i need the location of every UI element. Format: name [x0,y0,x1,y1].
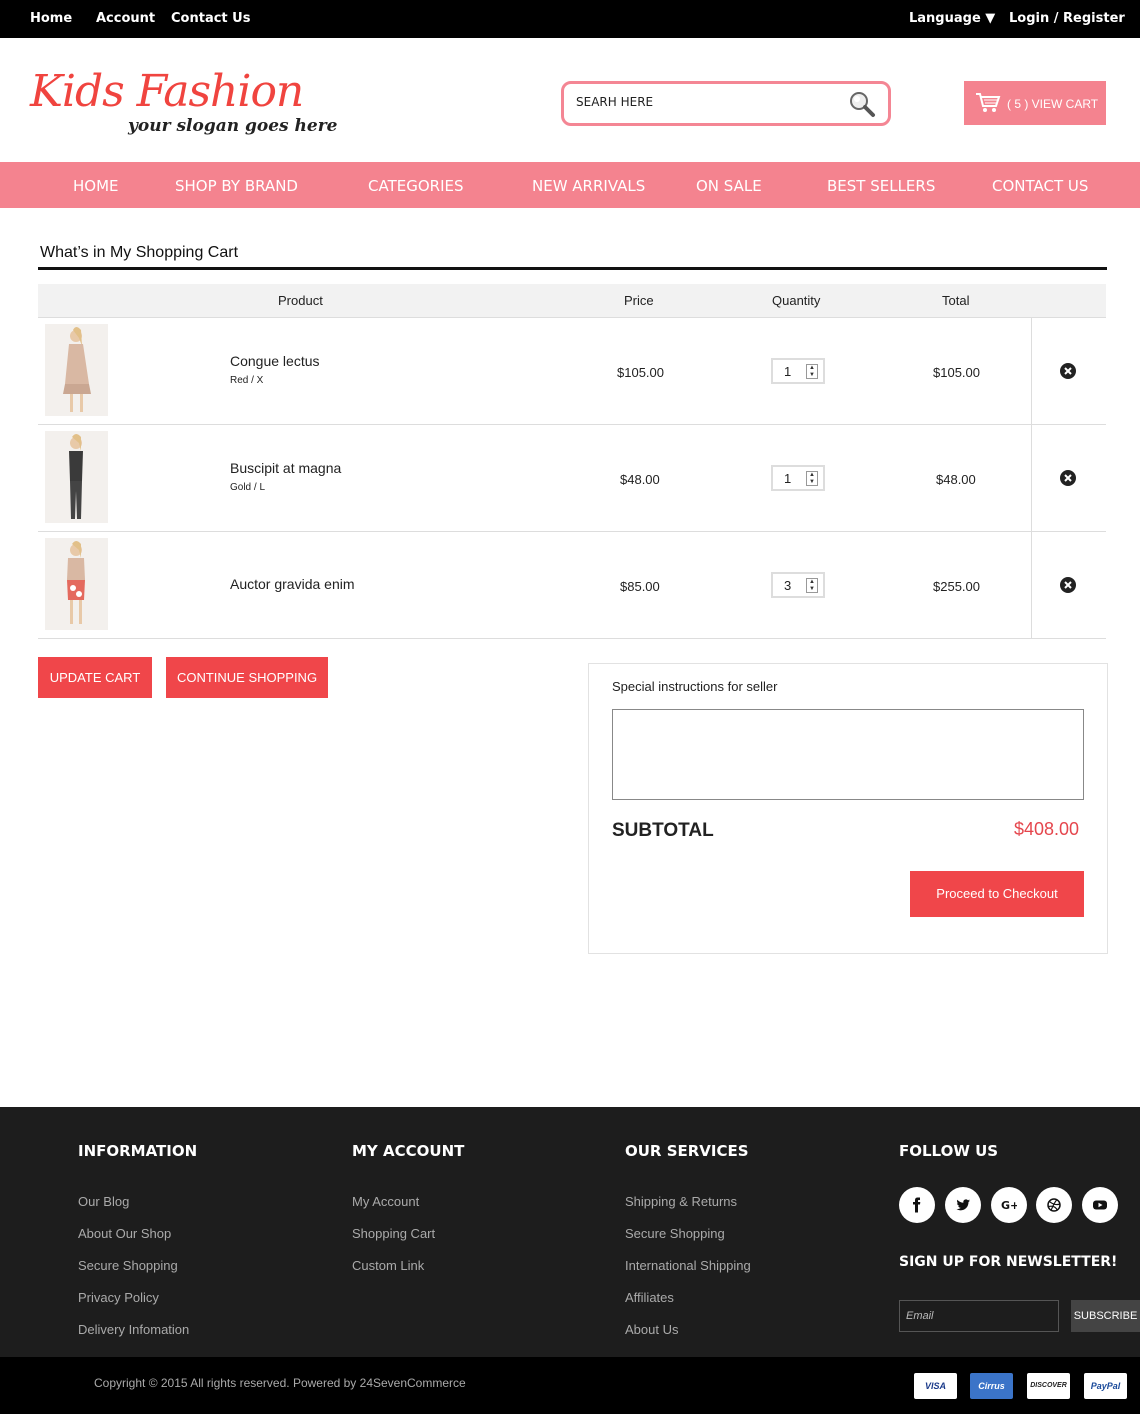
view-cart-label: ( 5 ) VIEW CART [1007,97,1099,111]
remove-item-icon[interactable] [1060,470,1076,486]
line-total: $105.00 [933,365,980,380]
footer-link[interactable]: My Account [352,1194,419,1209]
search-input[interactable] [576,95,836,109]
search-icon[interactable] [848,90,876,118]
line-total: $48.00 [936,472,976,487]
footer-link[interactable]: Our Blog [78,1194,129,1209]
quantity-value[interactable]: 1 [784,364,791,379]
spinner-arrows-icon[interactable]: ▲ ▼ [806,578,818,593]
logo-title[interactable]: Kids Fashion [30,64,304,120]
footer-link[interactable]: About Us [625,1322,678,1337]
nav-new-arrivals[interactable]: NEW ARRIVALS [532,177,645,195]
col-total: Total [942,293,970,308]
instructions-textarea[interactable] [612,709,1084,800]
main-nav: HOME SHOP BY BRAND CATEGORIES NEW ARRIVA… [0,162,1140,208]
top-bar: Home Account Contact Us Language ▼ Login… [0,0,1140,38]
spinner-arrows-icon[interactable]: ▲ ▼ [806,471,818,486]
youtube-icon[interactable] [1082,1187,1118,1223]
product-image[interactable] [45,538,108,630]
quantity-stepper[interactable]: 1 ▲ ▼ [771,465,825,491]
nav-home[interactable]: HOME [73,177,119,195]
dribbble-icon[interactable] [1036,1187,1072,1223]
newsletter-title: SIGN UP FOR NEWSLETTER! [899,1254,1118,1270]
cart-row: Buscipit at magna Gold / L $48.00 1 ▲ ▼ $… [38,425,1106,532]
footer-link[interactable]: Secure Shopping [625,1226,725,1241]
subtotal-label: SUBTOTAL [612,820,714,841]
product-variant: Red / X [230,375,264,386]
footer-heading-my-account: MY ACCOUNT [352,1142,465,1160]
footer-heading-follow-us: FOLLOW US [899,1142,999,1160]
product-price: $48.00 [620,472,660,487]
quantity-value[interactable]: 1 [784,471,791,486]
footer-link[interactable]: Shopping Cart [352,1226,435,1241]
cart-row: Auctor gravida enim $85.00 3 ▲ ▼ $255.00 [38,532,1106,639]
line-total: $255.00 [933,579,980,594]
language-dropdown[interactable]: Language ▼ [909,11,995,26]
footer-link[interactable]: About Our Shop [78,1226,171,1241]
column-divider [1031,532,1032,638]
product-name[interactable]: Buscipit at magna [230,460,341,476]
copyright-text: Copyright © 2015 All rights reserved. Po… [94,1376,466,1390]
footer-link[interactable]: Delivery Infomation [78,1322,189,1337]
column-divider [1031,318,1032,424]
footer-heading-information: INFORMATION [78,1142,198,1160]
product-variant: Gold / L [230,482,266,493]
cart-icon [976,93,1001,112]
col-price: Price [624,293,654,308]
footer-link[interactable]: Affiliates [625,1290,674,1305]
footer-heading-our-services: OUR SERVICES [625,1142,749,1160]
footer-link[interactable]: Privacy Policy [78,1290,159,1305]
continue-shopping-button[interactable]: CONTINUE SHOPPING [166,657,328,698]
paypal-icon: PayPal [1084,1373,1127,1399]
view-cart-button[interactable]: ( 5 ) VIEW CART [964,81,1106,125]
discover-icon: DISCOVER [1027,1373,1070,1399]
login-register-link[interactable]: Login / Register [1009,11,1125,26]
update-cart-button[interactable]: UPDATE CART [38,657,152,698]
page-title: What’s in My Shopping Cart [40,244,239,261]
search-box [561,81,891,126]
product-image[interactable] [45,431,108,523]
quantity-stepper[interactable]: 1 ▲ ▼ [771,358,825,384]
nav-contact-us[interactable]: CONTACT US [992,177,1088,195]
footer-link[interactable]: International Shipping [625,1258,751,1273]
twitter-icon[interactable] [945,1187,981,1223]
cart-row: Congue lectus Red / X $105.00 1 ▲ ▼ $105.… [38,318,1106,425]
top-link-contact[interactable]: Contact Us [171,11,250,26]
footer-link[interactable]: Custom Link [352,1258,424,1273]
product-price: $85.00 [620,579,660,594]
nav-on-sale[interactable]: ON SALE [696,177,762,195]
title-divider [38,267,1107,270]
product-image[interactable] [45,324,108,416]
spinner-arrows-icon[interactable]: ▲ ▼ [806,364,818,379]
quantity-stepper[interactable]: 3 ▲ ▼ [771,572,825,598]
remove-item-icon[interactable] [1060,577,1076,593]
subscribe-button[interactable]: SUBSCRIBE [1071,1300,1140,1332]
google-plus-icon[interactable]: G+ [991,1187,1027,1223]
top-link-home[interactable]: Home [30,11,72,26]
nav-best-sellers[interactable]: BEST SELLERS [827,177,935,195]
proceed-to-checkout-button[interactable]: Proceed to Checkout [910,871,1084,917]
instructions-label: Special instructions for seller [612,679,778,694]
column-divider [1031,425,1032,531]
product-name[interactable]: Auctor gravida enim [230,576,355,592]
facebook-icon[interactable] [899,1187,935,1223]
col-product: Product [278,293,323,308]
footer-link[interactable]: Shipping & Returns [625,1194,737,1209]
subtotal-value: $408.00 [1014,819,1080,839]
visa-icon: VISA [914,1373,957,1399]
svg-text:G+: G+ [1001,1199,1017,1212]
product-name[interactable]: Congue lectus [230,353,320,369]
quantity-value[interactable]: 3 [784,578,791,593]
logo-slogan: your slogan goes here [128,116,338,136]
cart-table-header: Product Price Quantity Total [38,284,1106,318]
newsletter-email-input[interactable] [899,1300,1059,1332]
nav-categories[interactable]: CATEGORIES [368,177,464,195]
remove-item-icon[interactable] [1060,363,1076,379]
nav-shop-by-brand[interactable]: SHOP BY BRAND [175,177,298,195]
top-link-account[interactable]: Account [96,11,155,26]
footer-link[interactable]: Secure Shopping [78,1258,178,1273]
product-price: $105.00 [617,365,664,380]
cirrus-icon: Cirrus [970,1373,1013,1399]
col-quantity: Quantity [772,293,821,308]
